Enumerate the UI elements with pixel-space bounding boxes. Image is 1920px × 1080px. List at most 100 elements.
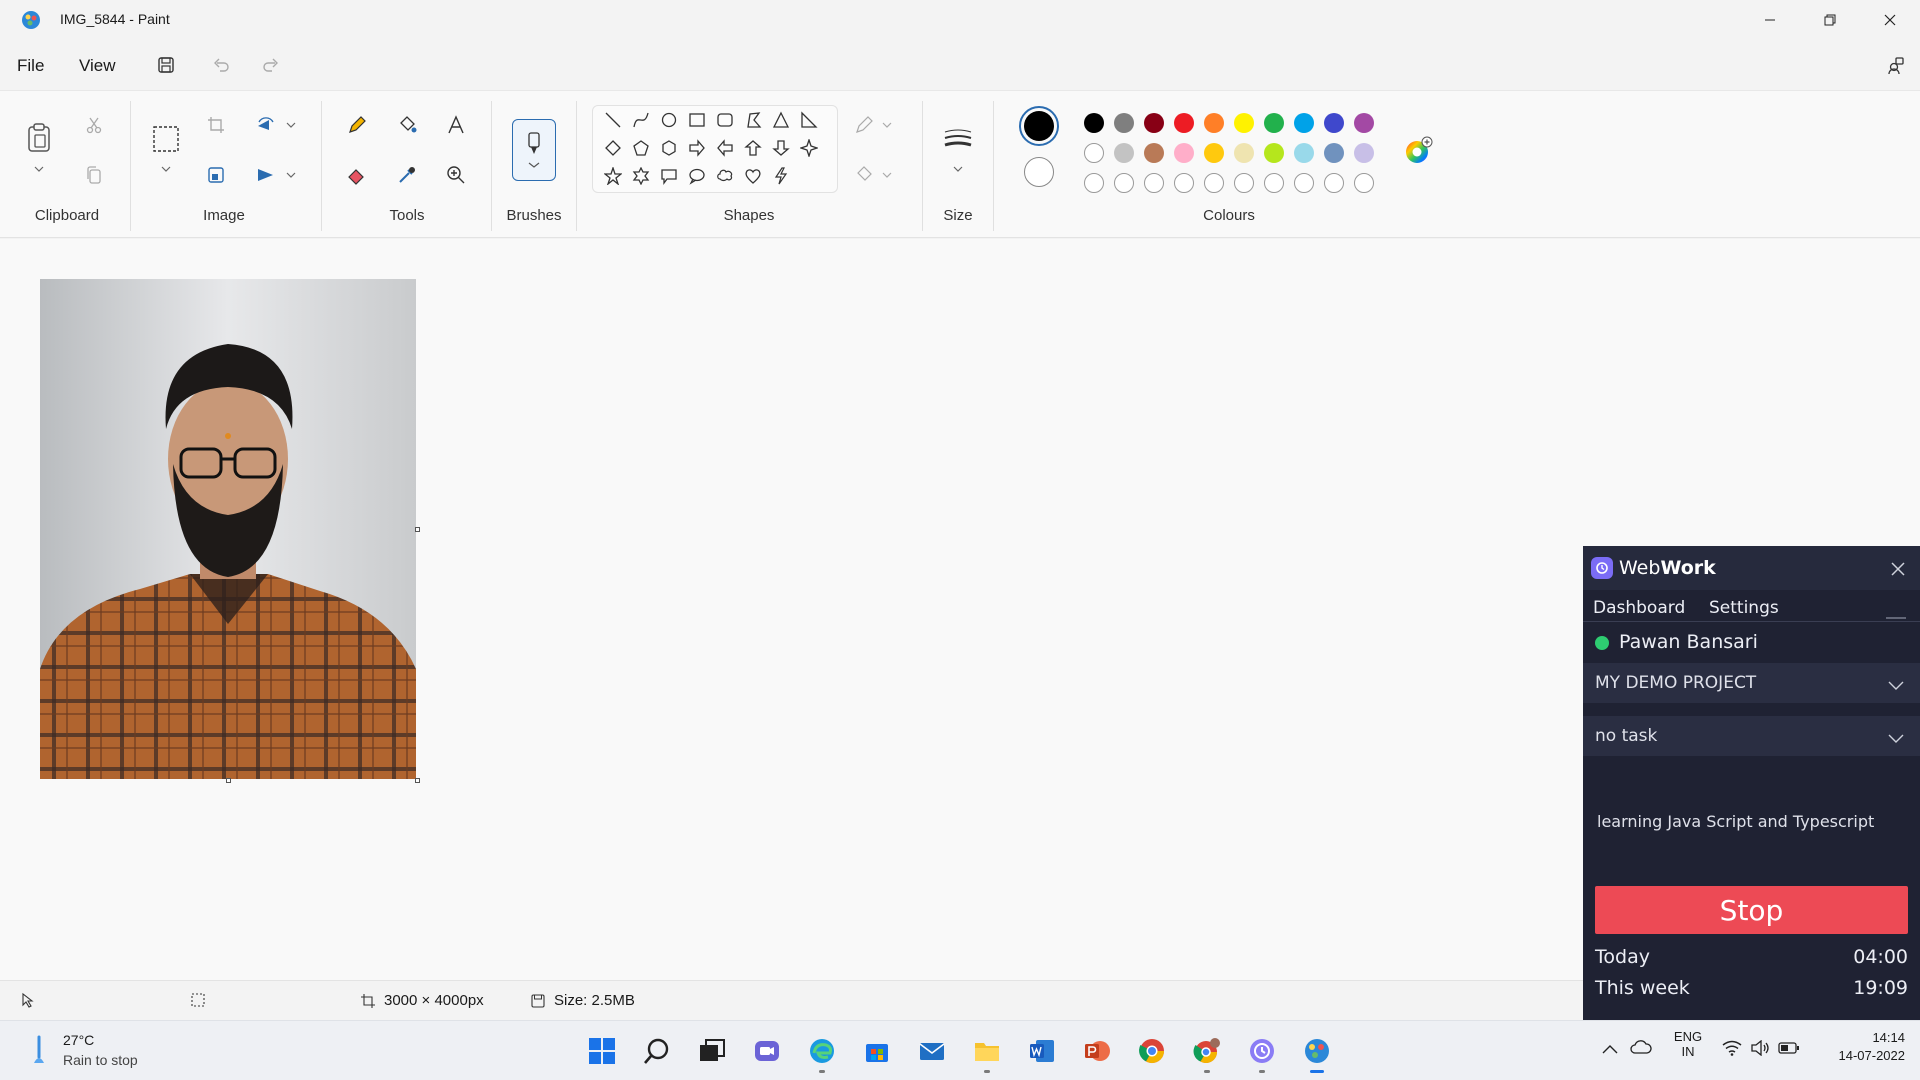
redo-icon[interactable]: [257, 51, 285, 79]
close-button[interactable]: [1860, 0, 1920, 40]
colour-swatch[interactable]: [1084, 143, 1104, 163]
select-icon[interactable]: [150, 123, 182, 155]
colour-swatch[interactable]: [1234, 113, 1254, 133]
custom-colour-slot[interactable]: [1144, 173, 1164, 193]
four-point-star-shape-icon[interactable]: [797, 136, 821, 160]
colour-swatch[interactable]: [1144, 113, 1164, 133]
colour-swatch[interactable]: [1264, 113, 1284, 133]
colour-swatch[interactable]: [1324, 143, 1344, 163]
right-arrow-shape-icon[interactable]: [685, 136, 709, 160]
edge-icon[interactable]: [806, 1035, 838, 1073]
onedrive-sync-icon[interactable]: [1630, 1039, 1652, 1060]
paste-icon[interactable]: [24, 121, 54, 155]
colour-swatch[interactable]: [1354, 143, 1374, 163]
menu-view[interactable]: View: [79, 56, 116, 76]
edit-colours-icon[interactable]: [1402, 135, 1434, 167]
line-shape-icon[interactable]: [601, 108, 625, 132]
colour-swatch[interactable]: [1114, 113, 1134, 133]
menu-file[interactable]: File: [17, 56, 44, 76]
flip-icon[interactable]: [252, 163, 280, 187]
volume-icon[interactable]: [1750, 1039, 1770, 1061]
oval-callout-shape-icon[interactable]: [685, 164, 709, 188]
search-icon[interactable]: [641, 1035, 673, 1067]
flip-chevron-icon[interactable]: [284, 169, 298, 181]
colour-swatch[interactable]: [1114, 143, 1134, 163]
tray-overflow-icon[interactable]: [1602, 1041, 1618, 1059]
polygon-shape-icon[interactable]: [741, 108, 765, 132]
custom-colour-slot[interactable]: [1354, 173, 1374, 193]
heart-shape-icon[interactable]: [741, 164, 765, 188]
resize-handle-bottom[interactable]: [226, 778, 231, 783]
custom-colour-slot[interactable]: [1114, 173, 1134, 193]
shape-outline-icon[interactable]: [852, 113, 876, 137]
colour-swatch[interactable]: [1204, 143, 1224, 163]
custom-colour-slot[interactable]: [1174, 173, 1194, 193]
paint-taskbar-icon[interactable]: [1301, 1035, 1333, 1073]
stroke-size-icon[interactable]: [940, 125, 976, 153]
custom-colour-slot[interactable]: [1084, 173, 1104, 193]
start-icon[interactable]: [586, 1035, 618, 1067]
colour-swatch[interactable]: [1204, 113, 1224, 133]
magnifier-icon[interactable]: [444, 163, 468, 187]
webwork-taskbar-icon[interactable]: [1246, 1035, 1278, 1073]
colour-swatch[interactable]: [1174, 143, 1194, 163]
chrome-icon[interactable]: [1136, 1035, 1168, 1067]
language-indicator[interactable]: ENG IN: [1670, 1029, 1706, 1059]
secondary-colour-button[interactable]: [1024, 157, 1054, 187]
hexagon-shape-icon[interactable]: [657, 136, 681, 160]
cloud-callout-shape-icon[interactable]: [713, 164, 737, 188]
teams-chat-icon[interactable]: [751, 1035, 783, 1067]
custom-colour-slot[interactable]: [1264, 173, 1284, 193]
minimize-button[interactable]: [1740, 0, 1800, 40]
cut-icon[interactable]: [82, 113, 106, 137]
clock[interactable]: 14:14 14-07-2022: [1815, 1030, 1906, 1063]
webwork-nav-dashboard[interactable]: Dashboard: [1593, 598, 1685, 618]
portrait-photo[interactable]: [40, 279, 416, 779]
rect-callout-shape-icon[interactable]: [657, 164, 681, 188]
colour-swatch[interactable]: [1264, 143, 1284, 163]
microsoft-store-icon[interactable]: [861, 1035, 893, 1067]
weather-desc[interactable]: Rain to stop: [63, 1052, 138, 1068]
mail-icon[interactable]: [916, 1035, 948, 1067]
colour-picker-icon[interactable]: [395, 163, 419, 187]
fill-icon[interactable]: [395, 113, 419, 137]
weather-icon[interactable]: [28, 1035, 50, 1065]
pentagon-shape-icon[interactable]: [629, 136, 653, 160]
crop-icon[interactable]: [204, 113, 228, 137]
six-point-star-shape-icon[interactable]: [629, 164, 653, 188]
pencil-icon[interactable]: [345, 113, 369, 137]
weather-temp[interactable]: 27°C: [63, 1032, 94, 1048]
colour-swatch[interactable]: [1174, 113, 1194, 133]
select-chevron-icon[interactable]: [158, 163, 174, 175]
custom-colour-slot[interactable]: [1294, 173, 1314, 193]
undo-icon[interactable]: [207, 51, 235, 79]
up-arrow-shape-icon[interactable]: [741, 136, 765, 160]
chrome-profile-icon[interactable]: [1191, 1035, 1223, 1073]
colour-swatch[interactable]: [1234, 143, 1254, 163]
colour-swatch[interactable]: [1324, 113, 1344, 133]
word-icon[interactable]: [1026, 1035, 1058, 1067]
colour-swatch[interactable]: [1354, 113, 1374, 133]
file-explorer-icon[interactable]: [971, 1035, 1003, 1073]
powerpoint-icon[interactable]: [1081, 1035, 1113, 1067]
webwork-nav-settings[interactable]: Settings: [1709, 598, 1779, 618]
resize-handle-right[interactable]: [415, 527, 420, 532]
colour-swatch[interactable]: [1294, 113, 1314, 133]
save-icon[interactable]: [152, 51, 180, 79]
rectangle-shape-icon[interactable]: [685, 108, 709, 132]
colour-swatch[interactable]: [1084, 113, 1104, 133]
battery-icon[interactable]: [1778, 1041, 1800, 1060]
primary-colour-button[interactable]: [1019, 106, 1059, 146]
copy-icon[interactable]: [82, 163, 106, 187]
triangle-shape-icon[interactable]: [769, 108, 793, 132]
five-point-star-shape-icon[interactable]: [601, 164, 625, 188]
rotate-icon[interactable]: [252, 113, 280, 137]
restore-button[interactable]: [1800, 0, 1860, 40]
paste-chevron-icon[interactable]: [31, 163, 47, 175]
webwork-note-field[interactable]: learning Java Script and Typescript: [1583, 786, 1920, 836]
colour-swatch[interactable]: [1294, 143, 1314, 163]
left-arrow-shape-icon[interactable]: [713, 136, 737, 160]
text-icon[interactable]: [444, 113, 468, 137]
right-triangle-shape-icon[interactable]: [797, 108, 821, 132]
custom-colour-slot[interactable]: [1204, 173, 1224, 193]
